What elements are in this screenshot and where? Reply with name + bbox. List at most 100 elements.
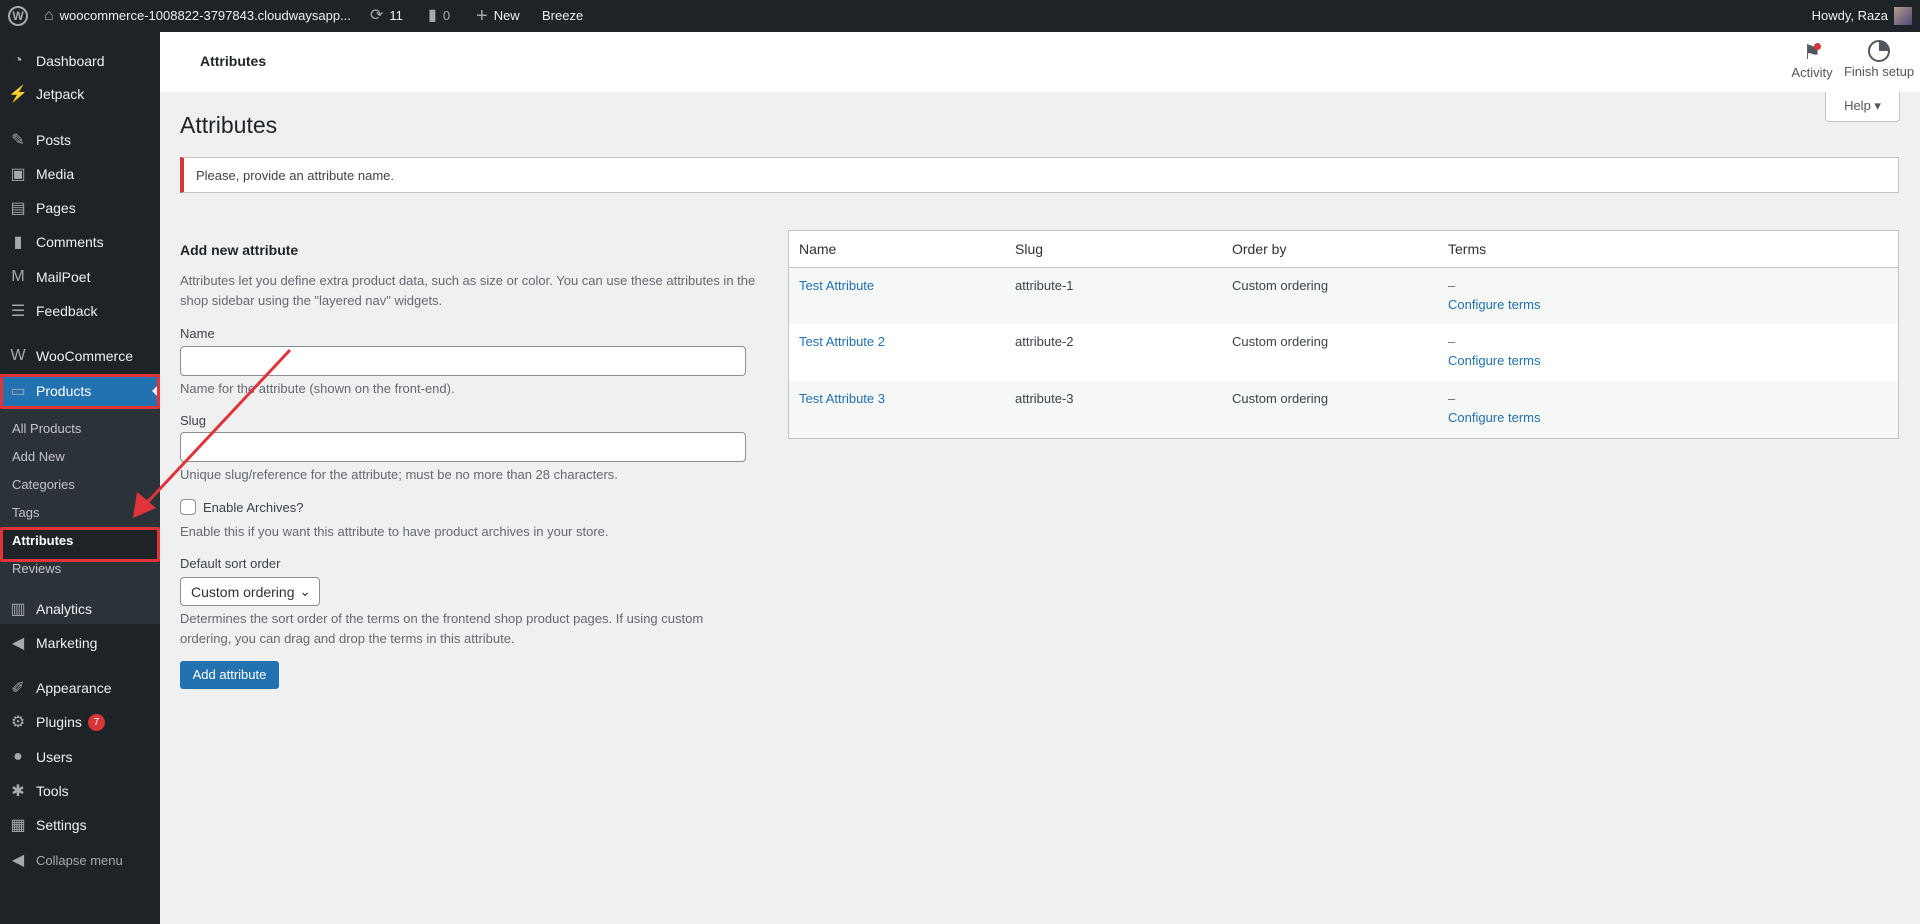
progress-icon [1868,40,1890,62]
sort-help: Determines the sort order of the terms o… [180,611,704,626]
sidebar-item-marketing[interactable]: ◀ Marketing [0,626,160,660]
sidebar-item-plugins[interactable]: ⚙ Plugins 7 [0,705,160,739]
name-input[interactable] [180,346,746,376]
updates-link[interactable]: ⟳ 11 [370,0,403,32]
plus-icon: + [476,5,488,27]
error-notice: Please, provide an attribute name. [180,157,1899,193]
enable-archives-label[interactable]: Enable Archives? [203,500,303,515]
attribute-slug: attribute-3 [1005,381,1222,438]
submenu-item-add-new[interactable]: Add New [12,449,65,464]
sidebar-item-analytics[interactable]: ▥ Analytics [0,592,160,626]
slug-label: Slug [180,413,207,428]
table-row: Test Attribute attribute-1 Custom orderi… [789,267,1898,324]
dashboard-icon: ◔ [13,52,23,69]
site-link[interactable]: ⌂ woocommerce-1008822-3797843.cloudwaysap… [44,0,351,32]
column-header-terms: Terms [1438,231,1898,268]
sidebar-item-collapse-menu[interactable]: ◀ Collapse menu [0,843,160,877]
column-header-name: Name [789,231,1005,268]
form-description: Attributes let you define extra product … [180,273,756,288]
attribute-slug: attribute-1 [1005,267,1222,324]
attribute-name-link[interactable]: Test Attribute 2 [799,334,885,349]
sort-order-select[interactable]: Custom ordering ⌄ [180,577,320,606]
wrench-icon: ✱ [11,783,25,800]
admin-bar: W ⌂ woocommerce-1008822-3797843.cloudways… [0,0,1920,32]
attribute-order: Custom ordering [1222,381,1438,438]
finish-setup-button[interactable]: Finish setup [1838,40,1920,79]
column-header-order-by: Order by [1222,231,1438,268]
sidebar-item-feedback[interactable]: ☰ Feedback [0,294,160,328]
table-row: Test Attribute 2 attribute-2 Custom orde… [789,324,1898,381]
products-highlight-box [0,374,160,409]
configure-terms-link[interactable]: Configure terms [1448,353,1888,368]
configure-terms-link[interactable]: Configure terms [1448,297,1888,312]
archives-help: Enable this if you want this attribute t… [180,524,609,539]
plugins-update-badge: 7 [87,713,105,731]
new-content-link[interactable]: + New [476,0,520,32]
sidebar-item-posts[interactable]: ✎ Posts [0,123,160,157]
sidebar-item-pages[interactable]: ▤ Pages [0,191,160,225]
enable-archives-checkbox[interactable] [180,499,196,515]
media-icon: ▣ [10,166,26,183]
sidebar-item-jetpack[interactable]: ⚡ Jetpack [0,77,160,111]
sidebar-item-woocommerce[interactable]: W WooCommerce [0,339,160,373]
add-attribute-button[interactable]: Add attribute [180,661,279,689]
sidebar-item-media[interactable]: ▣ Media [0,157,160,191]
attribute-name-link[interactable]: Test Attribute 3 [799,391,885,406]
sort-order-label: Default sort order [180,556,281,571]
breeze-link[interactable]: Breeze [542,0,583,32]
comments-link[interactable]: ▮ 0 [428,0,450,32]
submenu-item-all-products[interactable]: All Products [12,421,81,436]
sidebar-item-appearance[interactable]: ✐ Appearance [0,671,160,705]
comment-icon: ▮ [13,234,23,251]
help-tab[interactable]: Help ▾ [1825,92,1900,122]
sidebar-item-users[interactable]: ● Users [0,740,160,774]
updates-icon: ⟳ [370,7,384,24]
slug-input[interactable] [180,432,746,462]
feedback-icon: ☰ [10,303,26,320]
collapse-icon: ◀ [11,852,25,869]
plugin-icon: ⚙ [10,714,26,731]
megaphone-icon: ◀ [11,635,25,652]
sidebar-item-settings[interactable]: ▦ Settings [0,808,160,842]
attribute-terms: – [1448,391,1456,406]
sidebar-item-comments[interactable]: ▮ Comments [0,225,160,259]
attribute-slug: attribute-2 [1015,334,1074,349]
configure-terms-link[interactable]: Configure terms [1448,410,1888,425]
sort-help-2: ordering, you can drag and drop the term… [180,631,515,646]
page-title: Attributes [180,112,278,138]
wordpress-logo-icon[interactable]: W [8,0,28,32]
attribute-order: Custom ordering [1222,267,1438,324]
settings-icon: ▦ [10,817,26,834]
attributes-highlight-box [0,527,160,562]
mailpoet-icon: M [11,268,25,285]
attributes-table: Name Slug Order by Terms Test Attribute … [788,230,1899,439]
chevron-down-icon: ⌄ [299,583,311,599]
column-header-slug: Slug [1005,231,1222,268]
chart-icon: ▥ [10,601,26,618]
sidebar-item-dashboard[interactable]: ◔ Dashboard [0,44,160,78]
user-menu[interactable]: Howdy, Raza [1812,0,1912,32]
name-help: Name for the attribute (shown on the fro… [180,381,455,396]
admin-sidebar: ◔ Dashboard ⚡ Jetpack ✎ Posts ▣ Media ▤ Pages ▮ Com… [0,32,160,924]
attribute-name-link[interactable]: Test Attribute [799,278,874,293]
page-header: Attributes ⚑ Activity Finish setup [160,32,1920,92]
submenu-item-tags[interactable]: Tags [12,505,39,520]
form-heading: Add new attribute [180,242,299,258]
jetpack-icon: ⚡ [8,86,28,103]
user-icon: ● [13,748,23,765]
header-title: Attributes [200,53,267,69]
avatar [1894,7,1912,25]
sidebar-item-tools[interactable]: ✱ Tools [0,774,160,808]
sidebar-item-mailpoet[interactable]: M MailPoet [0,260,160,294]
woo-icon: W [10,347,26,364]
name-label: Name [180,326,215,341]
table-row: Test Attribute 3 attribute-3 Custom orde… [789,381,1898,438]
submenu-item-reviews[interactable]: Reviews [12,561,61,576]
home-icon: ⌂ [44,7,54,24]
slug-help: Unique slug/reference for the attribute;… [180,467,618,482]
submenu-item-categories[interactable]: Categories [12,477,75,492]
attribute-order: Custom ordering [1232,334,1329,349]
pin-icon: ✎ [11,132,25,149]
pages-icon: ▤ [10,200,26,217]
attribute-terms: – [1448,277,1456,293]
